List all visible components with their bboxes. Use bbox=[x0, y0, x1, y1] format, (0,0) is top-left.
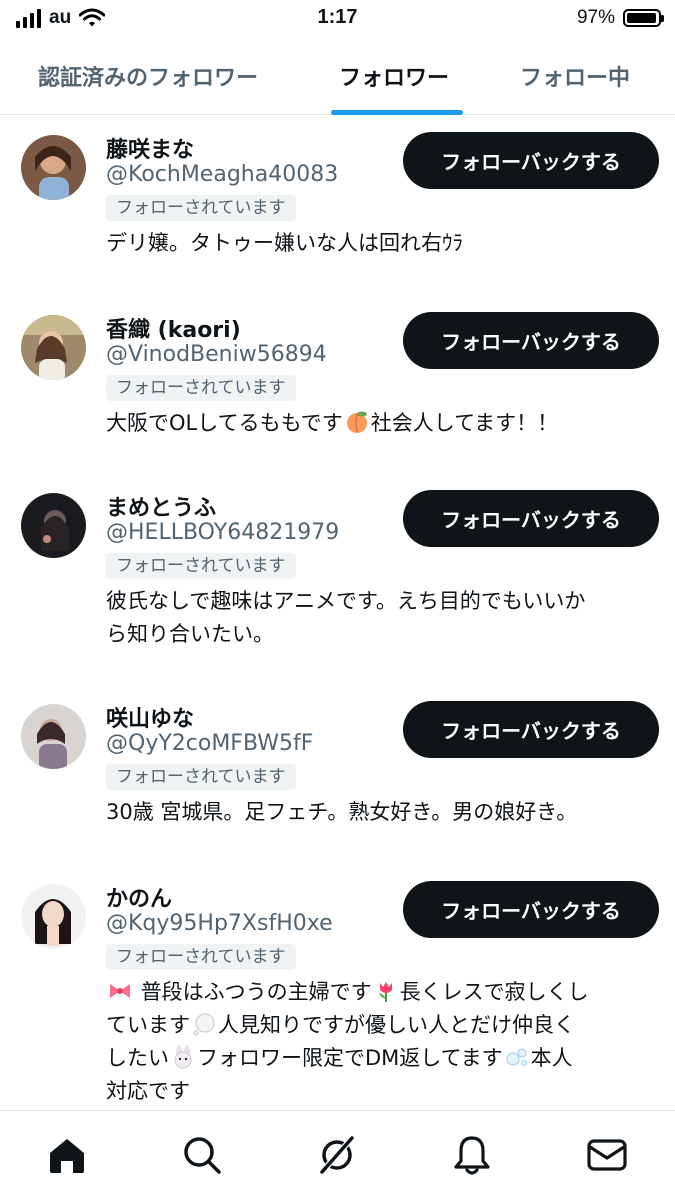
tulip-emoji bbox=[378, 982, 392, 1002]
user-name[interactable]: かのん bbox=[106, 881, 172, 913]
user-name[interactable]: 咲山ゆな bbox=[106, 701, 194, 733]
follow-back-button[interactable]: フォローバックする bbox=[403, 312, 659, 369]
follow-back-button[interactable]: フォローバックする bbox=[403, 701, 659, 758]
user-name[interactable]: まめとうふ bbox=[106, 490, 216, 522]
user-bio: 30歳 宮城県。足フェチ。熟女好き。男の娘好き。 bbox=[106, 800, 578, 824]
status-time: 1:17 bbox=[317, 6, 358, 28]
rabbit-emoji bbox=[174, 1045, 192, 1069]
user-name[interactable]: 香織 (kaori) bbox=[106, 312, 241, 344]
bubbles-emoji bbox=[506, 1048, 527, 1066]
user-handle[interactable]: @QyY2coMFBW5fF bbox=[106, 731, 313, 756]
tab-followers[interactable]: フォロワー bbox=[339, 60, 449, 92]
avatar[interactable] bbox=[21, 493, 86, 558]
follows-you-badge: フォローされています bbox=[106, 375, 296, 401]
mail-icon[interactable] bbox=[585, 1133, 629, 1177]
avatar[interactable] bbox=[21, 884, 86, 949]
active-tab-indicator bbox=[331, 110, 463, 115]
bottom-nav bbox=[0, 1110, 675, 1201]
tab-bar: 認証済みのフォロワー フォロワー フォロー中 bbox=[0, 38, 675, 115]
user-name[interactable]: 藤咲まな bbox=[106, 132, 194, 164]
user-bio: 大阪でOLしてるももです 社会人してます！！ bbox=[106, 411, 559, 435]
follows-you-badge: フォローされています bbox=[106, 944, 296, 970]
follows-you-badge: フォローされています bbox=[106, 764, 296, 790]
thought-bubble-emoji bbox=[193, 1013, 215, 1036]
avatar[interactable] bbox=[21, 135, 86, 200]
user-bio: デリ嬢。タトゥー嫌いな人は回れ右ｳﾗ bbox=[106, 231, 463, 255]
follows-you-badge: フォローされています bbox=[106, 553, 296, 579]
follow-back-button[interactable]: フォローバックする bbox=[403, 132, 659, 189]
ribbon-emoji bbox=[110, 984, 130, 998]
bell-icon[interactable] bbox=[450, 1133, 494, 1177]
avatar[interactable] bbox=[21, 704, 86, 769]
status-bar: au 1:17 97% bbox=[0, 0, 675, 36]
user-handle[interactable]: @Kqy95Hp7XsfH0xe bbox=[106, 911, 333, 936]
home-icon[interactable] bbox=[45, 1133, 89, 1177]
battery-percent: 97% bbox=[576, 7, 615, 28]
user-bio: 彼氏なしで趣味はアニメです。えち目的でもいいか ら知り合いたい。 bbox=[106, 589, 586, 646]
grok-icon[interactable] bbox=[315, 1133, 359, 1177]
user-handle[interactable]: @HELLBOY64821979 bbox=[106, 520, 339, 545]
follows-you-badge: フォローされています bbox=[106, 195, 296, 221]
follow-back-button[interactable]: フォローバックする bbox=[403, 490, 659, 547]
avatar[interactable] bbox=[21, 315, 86, 380]
search-icon[interactable] bbox=[180, 1133, 224, 1177]
user-bio: 普段はふつうの主婦です 長くレスで寂しくし ています 人見知りですが優しい人とだけ仲… bbox=[106, 980, 589, 1103]
tab-following[interactable]: フォロー中 bbox=[520, 60, 630, 92]
tab-verified-followers[interactable]: 認証済みのフォロワー bbox=[38, 60, 258, 92]
user-handle[interactable]: @VinodBeniw56894 bbox=[106, 342, 327, 367]
follow-back-button[interactable]: フォローバックする bbox=[403, 881, 659, 938]
peach-emoji bbox=[346, 411, 367, 433]
user-handle[interactable]: @KochMeagha40083 bbox=[106, 162, 338, 187]
battery-icon bbox=[623, 9, 664, 27]
